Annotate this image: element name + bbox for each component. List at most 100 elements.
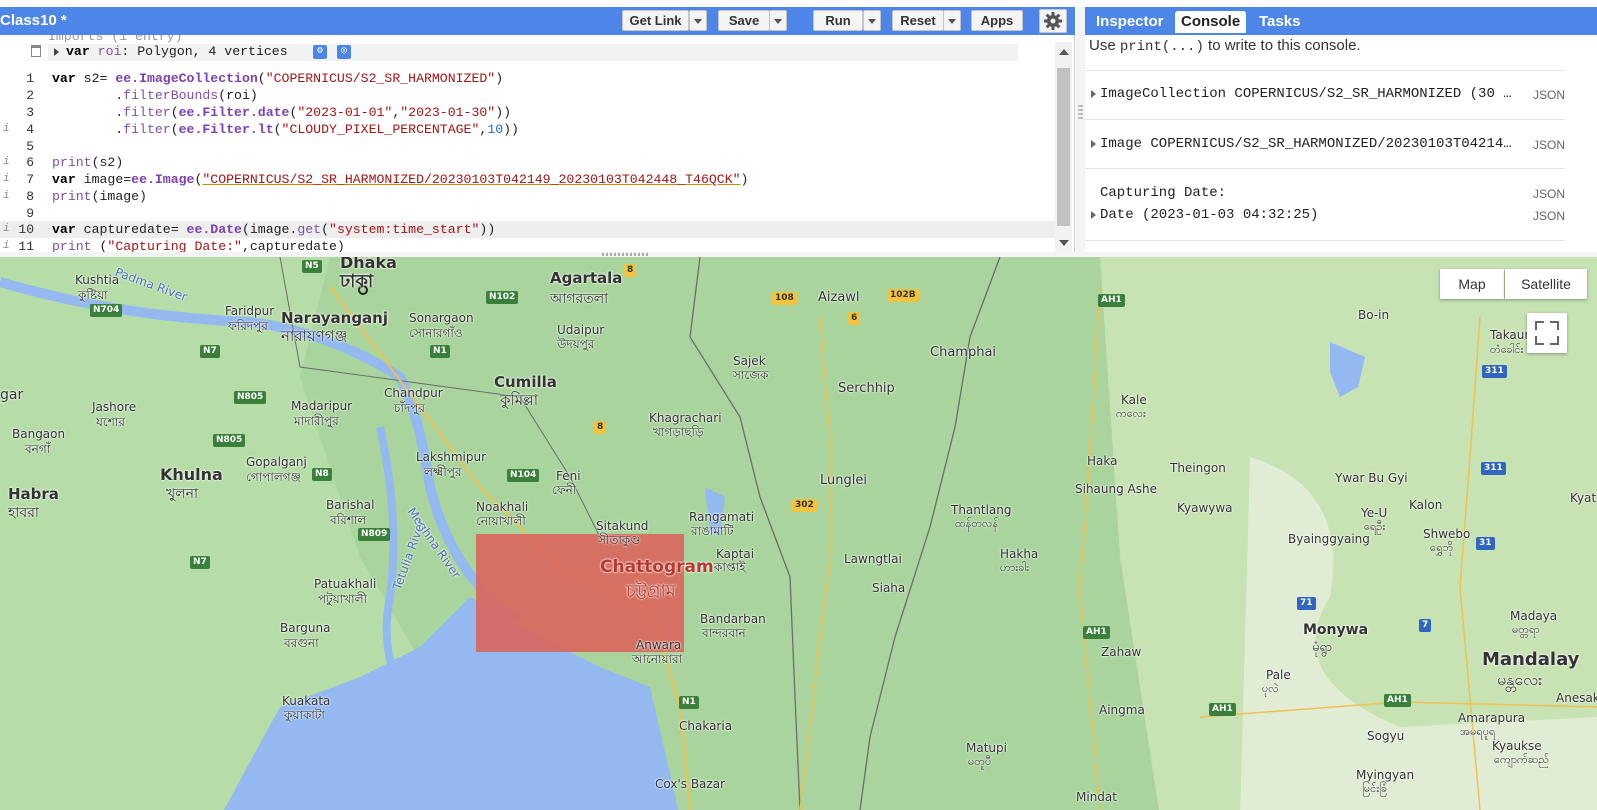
map-label-bandarban: Bandarban [700, 612, 766, 626]
map-type-satellite-button[interactable]: Satellite [1505, 269, 1587, 299]
scroll-up-icon[interactable] [1059, 49, 1069, 55]
run-dropdown-button[interactable] [863, 10, 881, 31]
road-shield-n104: N104 [507, 469, 540, 482]
info-marker-icon[interactable]: i [3, 223, 10, 235]
chevron-down-icon [868, 19, 876, 24]
map-label-ywar-bu-gyi: Ywar Bu Gyi [1335, 471, 1408, 485]
scroll-down-icon[interactable] [1059, 240, 1069, 246]
code-token: print [52, 239, 92, 252]
info-marker-icon[interactable]: i [3, 123, 10, 135]
code-line-10[interactable]: var capturedate= ee.Date(image.get("syst… [52, 222, 495, 237]
code-token: "Capturing Date:" [107, 239, 242, 252]
code-line-8[interactable]: print(image) [52, 189, 147, 204]
code-token: print [52, 189, 92, 204]
map-label-lawngtlai: Lawngtlai [844, 552, 902, 566]
geometry-target-icon[interactable]: ◎ [337, 45, 351, 59]
save-dropdown-button[interactable] [769, 10, 787, 31]
settings-button[interactable] [1039, 9, 1067, 33]
trash-icon[interactable] [31, 45, 41, 57]
map-label-gopalganj: Gopalganj [246, 455, 307, 469]
code-line-1[interactable]: var s2= ee.ImageCollection("COPERNICUS/S… [52, 71, 503, 86]
imports-header[interactable]: Imports (1 entry) [48, 35, 183, 44]
horizontal-splitter-grip-icon[interactable] [602, 253, 648, 256]
editor-scrollbar[interactable] [1055, 42, 1072, 252]
code-token: var [52, 222, 76, 237]
map-label-sonargaon: Sonargaon [409, 311, 474, 325]
map-label-byainggyaing: Byainggyaing [1288, 532, 1370, 546]
script-title[interactable]: Class10 * [0, 12, 67, 29]
gear-icon [1044, 12, 1062, 30]
reset-dropdown-button[interactable] [943, 10, 961, 31]
map-label-mandalay-mm: မန္တလေး [1497, 670, 1543, 689]
get-link-button[interactable]: Get Link [622, 10, 689, 31]
code-token: ee.Filter.date [178, 105, 290, 120]
map-label-thantlang-mm: ထန်တလန် [955, 517, 999, 530]
code-line-6[interactable]: print(s2) [52, 155, 123, 170]
hint-prefix: Use [1089, 37, 1120, 54]
info-marker-icon[interactable]: i [3, 156, 10, 168]
map-label-jashore: Jashore [92, 400, 137, 414]
console-entry-date[interactable]: Date (2023-01-03 04:32:25) JSON [1085, 207, 1565, 225]
road-shield-n805b: N805 [213, 434, 246, 447]
json-button[interactable]: JSON [1533, 138, 1565, 152]
divider [1085, 119, 1565, 120]
expand-arrow-icon[interactable] [1091, 211, 1096, 219]
map-label-gar: gar [0, 387, 24, 403]
expand-arrow-icon[interactable] [1091, 140, 1096, 148]
tab-inspector[interactable]: Inspector [1090, 11, 1170, 33]
vertical-splitter[interactable] [1076, 7, 1085, 252]
apps-button[interactable]: Apps [971, 10, 1023, 31]
fullscreen-icon [1535, 336, 1544, 345]
map-label-amarapura: Amarapura [1458, 711, 1526, 725]
info-marker-icon[interactable]: i [3, 173, 10, 185]
save-button[interactable]: Save [718, 10, 770, 31]
map-label-kale: Kale [1121, 393, 1147, 407]
info-marker-icon[interactable]: i [3, 190, 10, 202]
fullscreen-button[interactable] [1527, 313, 1567, 353]
expand-arrow-icon[interactable] [54, 48, 59, 56]
road-shield-n7b: N7 [190, 556, 210, 569]
code-line-11[interactable]: print ("Capturing Date:",capturedate) [52, 239, 345, 252]
map-label-sogyu: Sogyu [1367, 729, 1405, 743]
tab-console[interactable]: Console [1175, 11, 1247, 33]
code-token: print [52, 155, 92, 170]
json-button[interactable]: JSON [1533, 209, 1565, 223]
map-label-monywa-mm: မုံရွာ [1312, 640, 1333, 655]
scrollbar-thumb[interactable] [1057, 68, 1070, 226]
info-marker-icon[interactable]: i [3, 240, 10, 252]
code-token: "2023-01-30" [400, 105, 496, 120]
road-shield-ah1a: AH1 [1098, 294, 1125, 307]
json-button[interactable]: JSON [1533, 88, 1565, 102]
code-token: var [52, 172, 76, 187]
code-line-4[interactable]: .filter(ee.Filter.lt("CLOUDY_PIXEL_PERCE… [52, 122, 519, 137]
code-line-7[interactable]: var image=ee.Image("COPERNICUS/S2_SR_HAR… [52, 172, 748, 187]
earth-engine-app: Class10 * Get Link Save Run Reset Apps I… [0, 0, 1597, 810]
map-label-sitakund: Sitakund [596, 519, 649, 533]
map-label-aizawl: Aizawl [818, 290, 860, 305]
geometry-settings-icon[interactable]: ⚙ [313, 45, 327, 59]
vertical-splitter-grip-icon[interactable] [1078, 105, 1083, 121]
map-label-faridpur-bn: ফরিদপুর [228, 319, 268, 333]
console-entry-imagecollection[interactable]: ImageCollection COPERNICUS/S2_SR_HARMONI… [1085, 86, 1565, 104]
map-label-kyawywa: Kyawywa [1177, 501, 1233, 515]
map-view[interactable]: Dhaka ঢাকা Agartala আগরতলা Kushtia কুষ্টিয়া P… [0, 257, 1597, 810]
json-button[interactable]: JSON [1533, 187, 1565, 201]
tab-tasks[interactable]: Tasks [1253, 11, 1306, 33]
console-entry-image[interactable]: Image COPERNICUS/S2_SR_HARMONIZED/202301… [1085, 136, 1565, 154]
import-roi-row[interactable]: var roi: Polygon, 4 vertices ⚙ ◎ [48, 44, 1018, 61]
code-token: filter [123, 105, 171, 120]
get-link-dropdown-button[interactable] [689, 10, 707, 31]
map-type-map-button[interactable]: Map [1440, 269, 1504, 299]
code-line-3[interactable]: .filter(ee.Filter.date("2023-01-01","202… [52, 105, 511, 120]
map-label-cumilla-bn: কুমিল্লা [500, 391, 539, 409]
map-label-myingyan: Myingyan [1356, 768, 1415, 782]
map-label-chattogram: Chattogram [600, 557, 714, 577]
run-button[interactable]: Run [813, 10, 863, 31]
map-label-thantlang: Thantlang [951, 503, 1012, 517]
code-line-2[interactable]: .filterBounds(roi) [52, 88, 257, 103]
map-label-hakha-mm: ဟားခါး [1000, 561, 1029, 574]
expand-arrow-icon[interactable] [1091, 90, 1096, 98]
code-area[interactable]: Imports (1 entry) var roi: Polygon, 4 ve… [0, 35, 1055, 252]
road-shield-s71: 71 [1297, 597, 1316, 610]
reset-button[interactable]: Reset [892, 10, 944, 31]
